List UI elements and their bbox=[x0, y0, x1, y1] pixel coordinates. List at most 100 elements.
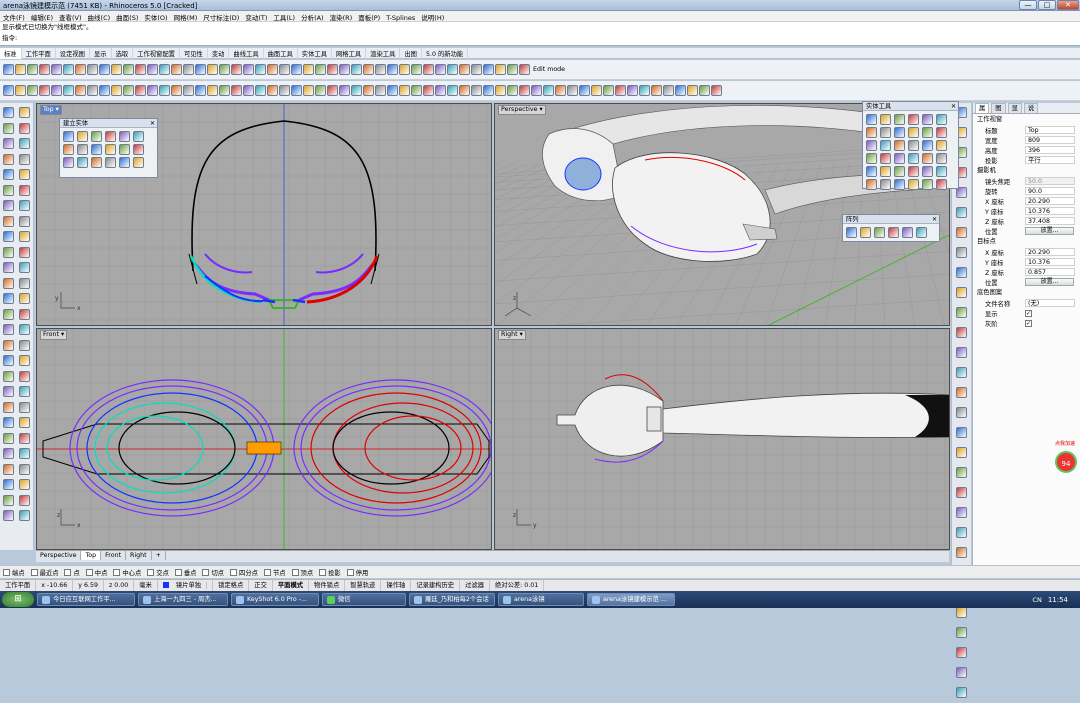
surface-tool-icon[interactable] bbox=[543, 85, 554, 96]
tab-properties[interactable]: 属 bbox=[975, 103, 990, 113]
solid-tool-icon[interactable] bbox=[880, 166, 891, 177]
solid-create-icon[interactable] bbox=[105, 131, 116, 142]
solid-tool-icon[interactable] bbox=[922, 166, 933, 177]
osnap-option[interactable]: 交点 bbox=[147, 568, 169, 577]
side-tool-icon[interactable] bbox=[19, 169, 30, 180]
surface-tool-icon[interactable] bbox=[111, 85, 122, 96]
tgt-y-field[interactable]: 10.376 bbox=[1025, 258, 1075, 266]
side-tool-icon[interactable] bbox=[3, 293, 14, 304]
osnap-checkbox[interactable] bbox=[113, 569, 121, 576]
surface-tool-icon[interactable] bbox=[51, 85, 62, 96]
standard-tool-icon[interactable] bbox=[411, 64, 422, 75]
side-tool-icon[interactable] bbox=[3, 246, 14, 258]
panel-icon[interactable] bbox=[956, 447, 967, 458]
solid-tool-icon[interactable] bbox=[908, 179, 919, 190]
surface-tool-icon[interactable] bbox=[267, 85, 278, 96]
solid-tool-icon[interactable] bbox=[922, 114, 933, 125]
standard-tool-icon[interactable] bbox=[207, 64, 218, 75]
status-smarttrack[interactable]: 智慧轨迹 bbox=[345, 580, 382, 591]
solid-tool-icon[interactable] bbox=[866, 127, 877, 138]
array-tool-icon[interactable] bbox=[902, 227, 913, 238]
tab-transform[interactable]: 变动 bbox=[208, 48, 230, 59]
width-field[interactable]: 809 bbox=[1025, 136, 1075, 144]
standard-tool-icon[interactable] bbox=[507, 64, 518, 75]
surface-tool-icon[interactable] bbox=[27, 85, 38, 96]
surface-tool-icon[interactable] bbox=[459, 85, 470, 96]
solid-tool-icon[interactable] bbox=[936, 153, 947, 164]
cam-x-field[interactable]: 20.290 bbox=[1025, 197, 1075, 205]
standard-tool-icon[interactable] bbox=[243, 64, 254, 75]
surface-tool-icon[interactable] bbox=[159, 85, 170, 96]
solid-tool-icon[interactable] bbox=[922, 140, 933, 151]
side-tool-icon[interactable] bbox=[3, 122, 14, 134]
array-tool-icon[interactable] bbox=[860, 227, 871, 238]
tab-layers[interactable]: 图 bbox=[991, 103, 1006, 113]
viewport-label-top[interactable]: Top ▾ bbox=[40, 105, 62, 115]
surface-tool-icon[interactable] bbox=[123, 85, 134, 96]
cam-z-field[interactable]: 37.408 bbox=[1025, 217, 1075, 225]
status-units[interactable]: 毫米 bbox=[134, 580, 158, 591]
solid-create-icon[interactable] bbox=[63, 144, 74, 155]
panel-icon[interactable] bbox=[956, 227, 967, 238]
panel-icon[interactable] bbox=[956, 507, 967, 518]
osnap-option[interactable]: 中点 bbox=[85, 568, 107, 577]
standard-tool-icon[interactable] bbox=[219, 64, 230, 75]
solid-create-icon[interactable] bbox=[77, 131, 88, 142]
standard-tool-icon[interactable] bbox=[99, 64, 110, 75]
minimize-button[interactable]: — bbox=[1019, 0, 1037, 10]
side-tool-icon[interactable] bbox=[3, 494, 14, 506]
osnap-checkbox[interactable] bbox=[263, 569, 271, 576]
surface-tool-icon[interactable] bbox=[435, 85, 446, 96]
solid-create-icon[interactable] bbox=[63, 157, 74, 168]
surface-tool-icon[interactable] bbox=[387, 85, 398, 96]
height-field[interactable]: 396 bbox=[1025, 146, 1075, 154]
tab-drafting[interactable]: 出图 bbox=[400, 48, 422, 59]
surface-tool-icon[interactable] bbox=[327, 85, 338, 96]
solid-create-icon[interactable] bbox=[105, 144, 116, 155]
taskbar-item-active[interactable]: arena泳镜建模示范 ... bbox=[587, 593, 675, 606]
solid-tool-icon[interactable] bbox=[866, 179, 877, 190]
standard-tool-icon[interactable] bbox=[483, 64, 494, 75]
rotation-field[interactable]: 90.0 bbox=[1025, 187, 1075, 195]
solid-create-icon[interactable] bbox=[105, 157, 116, 168]
tgt-x-field[interactable]: 20.290 bbox=[1025, 248, 1075, 256]
tab-new-in-v5[interactable]: 5.0 的新功能 bbox=[422, 48, 469, 59]
surface-tool-icon[interactable] bbox=[627, 85, 638, 96]
side-tool-icon[interactable] bbox=[19, 339, 30, 351]
panel-icon[interactable] bbox=[956, 407, 967, 418]
osnap-option[interactable]: 点 bbox=[64, 568, 80, 577]
surface-tool-icon[interactable] bbox=[87, 85, 98, 96]
solid-tool-icon[interactable] bbox=[894, 179, 905, 190]
standard-tool-icon[interactable] bbox=[147, 64, 158, 75]
osnap-option[interactable]: 切点 bbox=[202, 568, 224, 577]
tab-standard[interactable]: 标准 bbox=[0, 48, 22, 59]
panel-icon[interactable] bbox=[956, 627, 967, 638]
side-tool-icon[interactable] bbox=[3, 231, 14, 242]
surface-tool-icon[interactable] bbox=[411, 85, 422, 96]
side-tool-icon[interactable] bbox=[19, 122, 30, 134]
tab-cplanes[interactable]: 工作平面 bbox=[22, 48, 56, 59]
solid-tool-icon[interactable] bbox=[880, 127, 891, 138]
panel-icon[interactable] bbox=[956, 467, 967, 478]
taskbar-item[interactable]: arena泳镜 bbox=[498, 593, 584, 606]
solid-create-icon[interactable] bbox=[77, 144, 88, 155]
side-tool-icon[interactable] bbox=[19, 448, 30, 459]
side-tool-icon[interactable] bbox=[19, 463, 30, 475]
taskbar-item[interactable]: KeyShot 6.0 Pro -... bbox=[231, 593, 319, 606]
solid-create-icon[interactable] bbox=[63, 131, 74, 142]
surface-tool-icon[interactable] bbox=[579, 85, 590, 96]
panel-icon[interactable] bbox=[956, 547, 967, 558]
osnap-checkbox[interactable] bbox=[319, 569, 327, 576]
solid-tools-panel[interactable]: 实体工具 ✕ bbox=[862, 101, 959, 190]
standard-tool-icon[interactable] bbox=[111, 64, 122, 75]
side-tool-icon[interactable] bbox=[19, 262, 30, 273]
side-tool-icon[interactable] bbox=[3, 355, 14, 366]
solid-tool-icon[interactable] bbox=[880, 140, 891, 151]
solid-create-icon[interactable] bbox=[91, 131, 102, 142]
panel-icon[interactable] bbox=[956, 667, 967, 678]
side-tool-icon[interactable] bbox=[19, 293, 30, 304]
panel-icon[interactable] bbox=[956, 287, 967, 298]
status-grid-snap[interactable]: 锁定格点 bbox=[213, 580, 250, 591]
osnap-option[interactable]: 垂点 bbox=[174, 568, 196, 577]
vptab-top[interactable]: Top bbox=[81, 551, 102, 560]
